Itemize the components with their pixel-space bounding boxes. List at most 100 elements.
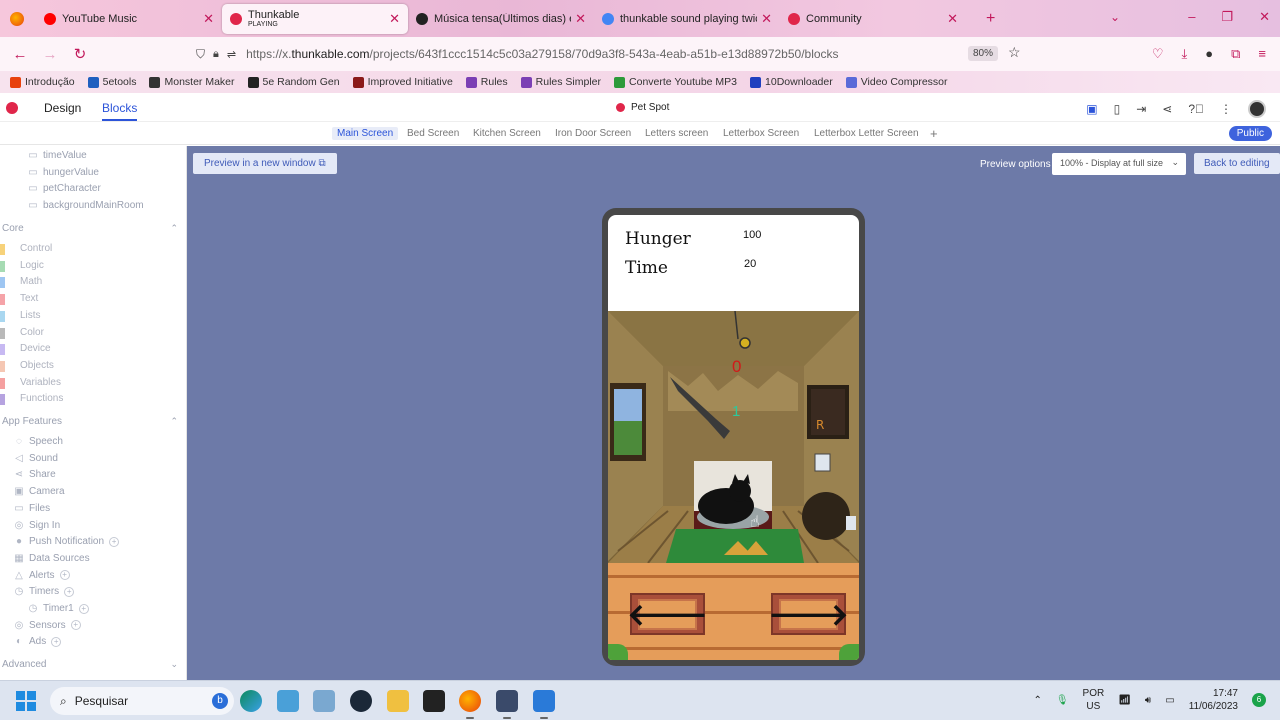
- minimize-icon[interactable]: –: [1188, 9, 1195, 25]
- app-feature-item[interactable]: ⋖ Share: [14, 469, 56, 480]
- photos-app-icon[interactable]: [313, 690, 335, 712]
- add-component-icon[interactable]: +: [78, 603, 89, 614]
- core-category[interactable]: Logic: [0, 260, 44, 272]
- app-feature-item[interactable]: ● Push Notification +: [14, 536, 120, 547]
- right-arrow-button[interactable]: 🡒: [768, 593, 849, 635]
- app-features-section-header[interactable]: App Features ⌃: [2, 416, 178, 427]
- close-tab-icon[interactable]: ✕: [203, 11, 214, 27]
- back-arrow-icon[interactable]: ←: [5, 46, 35, 63]
- project-title[interactable]: Pet Spot: [616, 102, 669, 113]
- core-category[interactable]: Lists: [0, 310, 41, 322]
- language-indicator[interactable]: POR US: [1083, 687, 1105, 713]
- app-feature-item[interactable]: ◎ Sign In: [14, 520, 61, 531]
- app-feature-item[interactable]: ◷ Timers +: [14, 586, 75, 597]
- core-category[interactable]: Objects: [0, 360, 54, 372]
- bookmark-item[interactable]: Introdução: [10, 76, 75, 88]
- bookmark-item[interactable]: 5etools: [87, 76, 136, 88]
- app-feature-item[interactable]: ◌ Speech: [14, 436, 63, 447]
- bookmark-item[interactable]: Monster Maker: [149, 76, 235, 88]
- app-feature-item[interactable]: △ Alerts +: [14, 570, 70, 581]
- bookmark-item[interactable]: Rules: [465, 76, 508, 88]
- core-section-header[interactable]: Core ⌃: [2, 223, 178, 234]
- variable-item[interactable]: ▭ timeValue: [28, 150, 86, 161]
- browser-tab[interactable]: Música tensa(Últimos dias) em ✕: [408, 4, 594, 34]
- preview-new-window-button[interactable]: Preview in a new window ⧉: [193, 153, 337, 174]
- screen-tab[interactable]: Iron Door Screen: [550, 127, 636, 140]
- permissions-icon[interactable]: ⇌: [227, 48, 236, 61]
- room-background-image[interactable]: R ☝: [608, 311, 859, 563]
- app-feature-item[interactable]: ▭ Files: [14, 503, 50, 514]
- variable-item[interactable]: ▭ backgroundMainRoom: [28, 200, 143, 211]
- address-bar[interactable]: ⛉ 🔒︎ ⇌ https://x.thunkable.com/projects/…: [196, 41, 1028, 67]
- app-feature-item[interactable]: ◁ Sound: [14, 453, 58, 464]
- firefox-logo-icon[interactable]: [10, 11, 24, 26]
- back-to-editing-button[interactable]: Back to editing: [1194, 153, 1280, 174]
- public-button[interactable]: Public: [1228, 126, 1272, 141]
- share-project-icon[interactable]: ⋖: [1162, 102, 1172, 116]
- advanced-section-header[interactable]: Advanced ⌄: [2, 659, 178, 670]
- add-component-icon[interactable]: +: [59, 570, 70, 581]
- browser-tab[interactable]: YouTube Music ✕: [36, 4, 222, 34]
- add-component-icon[interactable]: +: [51, 636, 62, 647]
- wifi-icon[interactable]: 📶︎: [1118, 695, 1131, 706]
- microphone-icon[interactable]: 🎙︎: [1056, 695, 1069, 706]
- close-tab-icon[interactable]: ✕: [389, 11, 400, 27]
- add-screen-plus-icon[interactable]: +: [925, 125, 943, 142]
- browser-tab[interactable]: Community ✕: [780, 4, 966, 34]
- firefox-taskbar-icon[interactable]: [459, 690, 481, 712]
- bookmark-item[interactable]: Rules Simpler: [520, 76, 601, 88]
- menu-icon[interactable]: ≡: [1258, 46, 1266, 62]
- add-component-icon[interactable]: +: [64, 586, 75, 597]
- left-arrow-button[interactable]: 🡐: [627, 593, 708, 635]
- browser-tab[interactable]: thunkable sound playing twice ✕: [594, 4, 780, 34]
- bookmark-star-icon[interactable]: ☆: [1008, 44, 1021, 61]
- close-tab-icon[interactable]: ✕: [761, 11, 772, 27]
- new-tab-plus-icon[interactable]: +: [986, 10, 995, 28]
- obs-recording-icon[interactable]: [533, 690, 555, 712]
- taskbar-search[interactable]: ⌕ Pesquisar b: [50, 687, 234, 715]
- close-tab-icon[interactable]: ✕: [947, 11, 958, 27]
- bookmark-item[interactable]: Converte Youtube MP3: [614, 76, 737, 88]
- app-feature-item[interactable]: ▣ Camera: [14, 486, 64, 497]
- add-component-icon[interactable]: +: [70, 620, 81, 631]
- notification-badge[interactable]: 6: [1252, 693, 1266, 707]
- bookmark-item[interactable]: Video Compressor: [845, 76, 948, 88]
- core-category[interactable]: Color: [0, 327, 44, 339]
- core-category[interactable]: Functions: [0, 393, 63, 406]
- bookmark-item[interactable]: 5e Random Gen: [247, 76, 340, 88]
- windows-start-icon[interactable]: [16, 691, 36, 711]
- url-text[interactable]: https://x.thunkable.com/projects/643f1cc…: [246, 47, 838, 61]
- screen-tab[interactable]: Main Screen: [332, 127, 399, 140]
- extensions-icon[interactable]: ⧉: [1231, 46, 1240, 62]
- file-explorer-icon[interactable]: [387, 690, 409, 712]
- blocks-tab[interactable]: Blocks: [102, 101, 137, 115]
- core-category[interactable]: Variables: [0, 377, 61, 389]
- core-category[interactable]: Device: [0, 343, 51, 356]
- screen-tab[interactable]: Kitchen Screen: [468, 127, 546, 140]
- reload-icon[interactable]: ↻: [65, 45, 95, 63]
- close-tab-icon[interactable]: ✕: [575, 11, 586, 27]
- core-category[interactable]: Math: [0, 276, 42, 289]
- design-tab[interactable]: Design: [44, 101, 81, 115]
- preview-zoom-select[interactable]: 100% - Display at full size ⌄: [1052, 153, 1186, 175]
- app-feature-item[interactable]: ◷ Timer1 +: [28, 603, 89, 614]
- list-tabs-chevron-icon[interactable]: ⌄: [1110, 10, 1120, 24]
- lock-icon[interactable]: 🔒︎: [213, 48, 219, 61]
- profile-icon[interactable]: ●: [1205, 46, 1213, 62]
- bookmark-item[interactable]: Improved Initiative: [352, 76, 453, 88]
- variable-item[interactable]: ▭ petCharacter: [28, 183, 101, 194]
- bing-icon[interactable]: b: [212, 693, 228, 709]
- app-feature-item[interactable]: ◎ Sensors +: [14, 620, 81, 631]
- live-test-icon[interactable]: ▣: [1086, 102, 1097, 116]
- screen-tab[interactable]: Letterbox Letter Screen: [809, 127, 924, 140]
- edge-icon[interactable]: [240, 690, 262, 712]
- more-menu-icon[interactable]: ⋮: [1220, 102, 1232, 116]
- bookmark-item[interactable]: 10Downloader: [750, 76, 833, 88]
- user-avatar[interactable]: [1248, 100, 1266, 118]
- browser-tab[interactable]: Thunkable PLAYING ✕: [222, 3, 408, 34]
- battery-icon[interactable]: ▭: [1165, 695, 1174, 706]
- steam-icon[interactable]: [350, 690, 372, 712]
- downloads-icon[interactable]: ⤓: [1182, 46, 1188, 62]
- forward-arrow-icon[interactable]: →: [35, 46, 65, 63]
- phone-preview-icon[interactable]: ▯: [1114, 102, 1121, 116]
